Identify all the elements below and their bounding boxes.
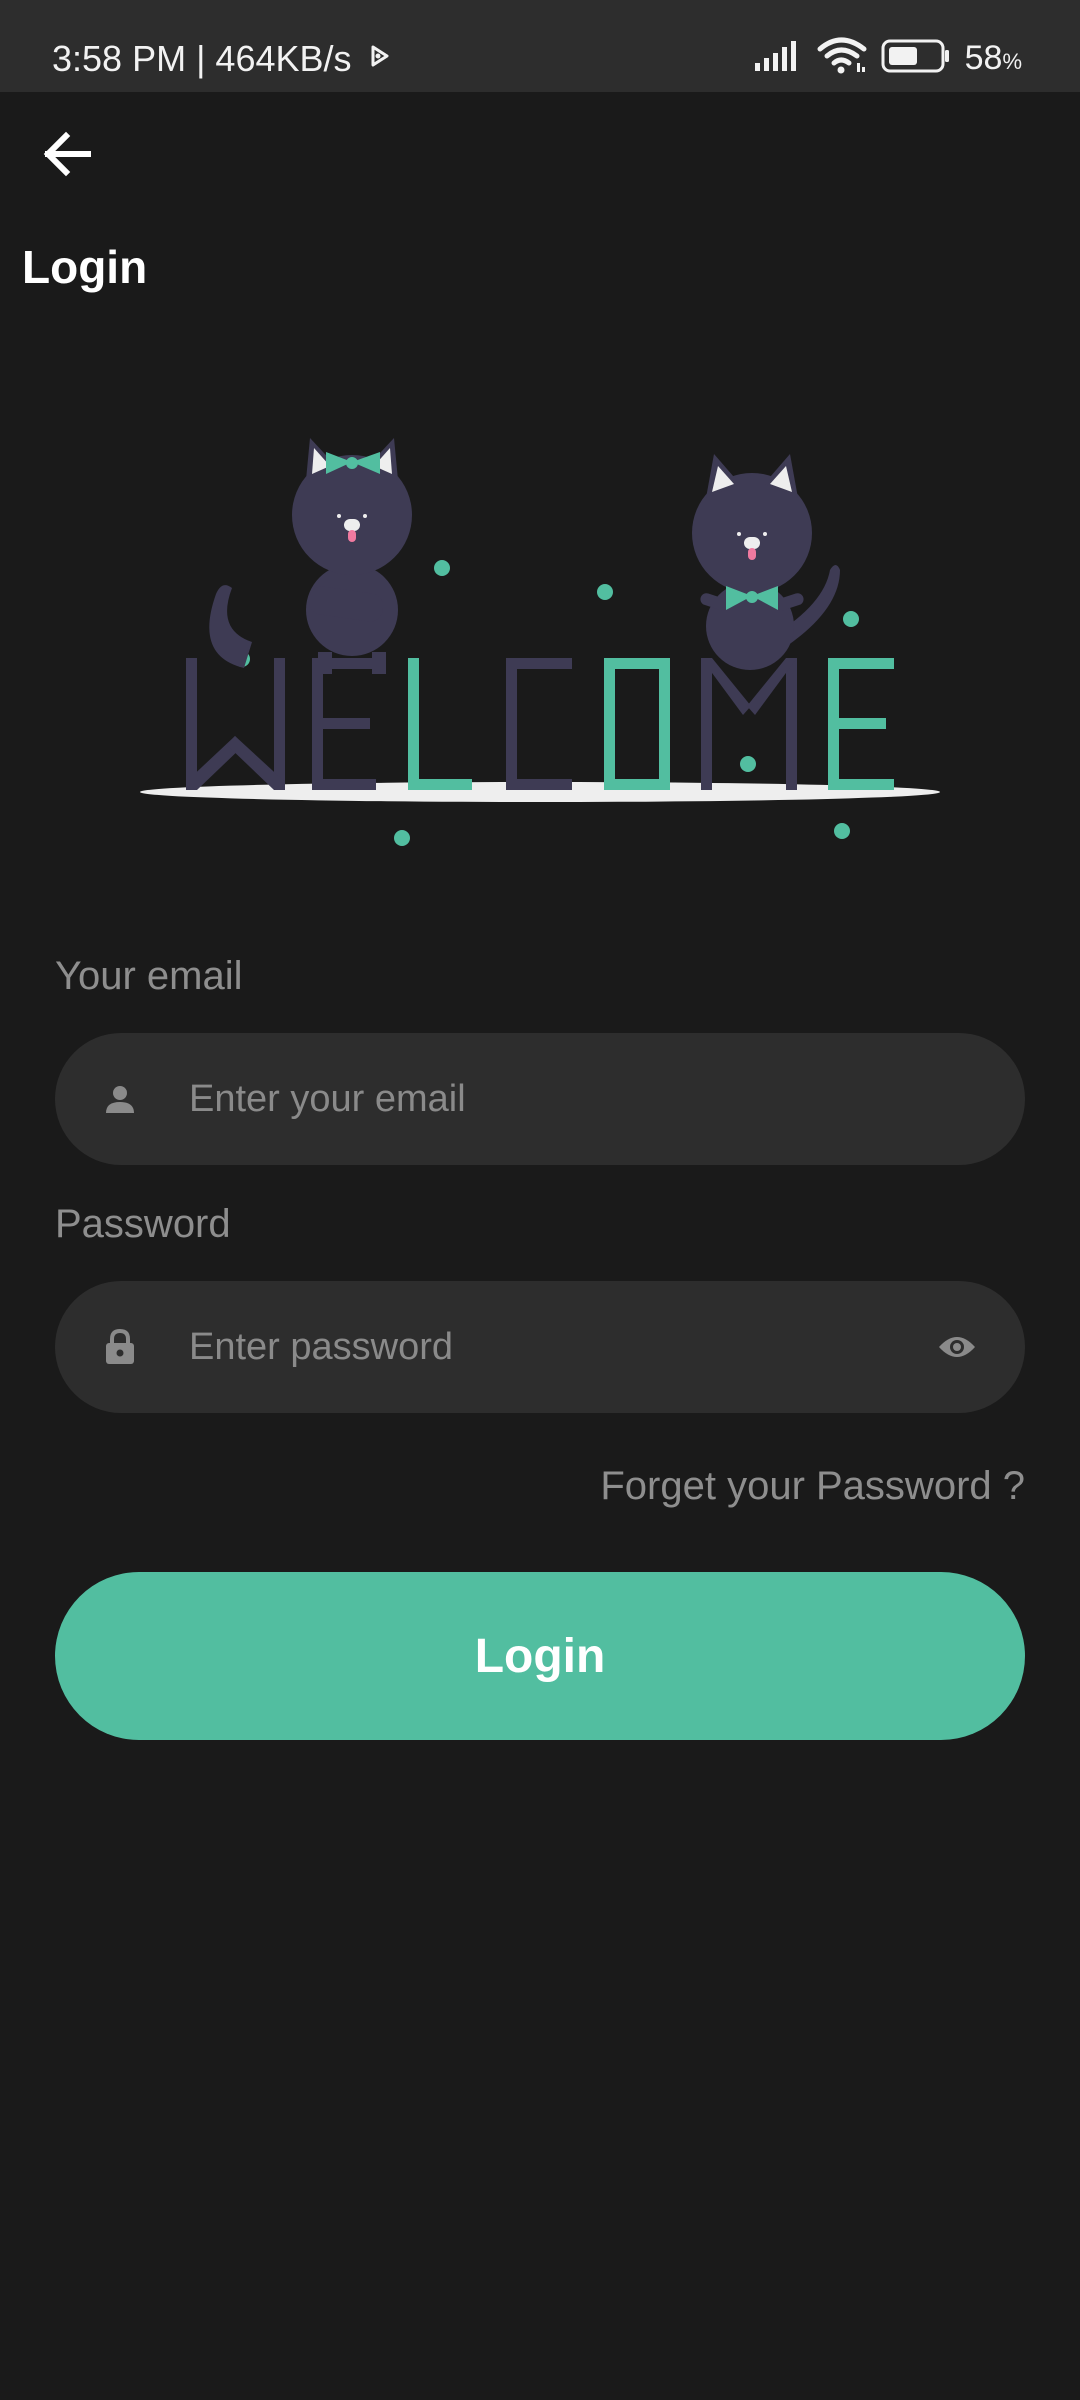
battery-percent: 58%: [965, 39, 1022, 78]
password-label: Password: [55, 1202, 231, 1246]
battery-icon: [881, 39, 951, 78]
password-input[interactable]: [187, 1281, 947, 1413]
email-label: Your email: [55, 954, 243, 998]
page-title: Login: [22, 241, 148, 293]
email-input[interactable]: [187, 1033, 947, 1165]
signal-icon: [753, 39, 803, 78]
status-bar: 3:58 PM | 464KB/s 58%: [0, 0, 1080, 92]
battery-value: 58: [964, 38, 1003, 77]
play-icon: [370, 45, 390, 73]
status-left: 3:58 PM | 464KB/s: [52, 0, 390, 118]
arrow-left-icon: [40, 130, 92, 183]
back-button[interactable]: [28, 118, 104, 194]
wifi-icon: [817, 37, 867, 80]
password-field-container[interactable]: [55, 1281, 1025, 1413]
forgot-password-link[interactable]: Forget your Password ?: [600, 1464, 1025, 1509]
battery-unit: %: [1002, 48, 1022, 74]
status-time-speed: 3:58 PM | 464KB/s: [52, 38, 352, 79]
lock-icon: [102, 1328, 138, 1365]
status-right: 58%: [753, 32, 1022, 84]
login-button-label: Login: [474, 1629, 606, 1683]
eye-icon[interactable]: [933, 1323, 981, 1371]
login-button[interactable]: Login: [55, 1572, 1025, 1740]
person-icon: [102, 1081, 138, 1117]
email-field-container[interactable]: [55, 1033, 1025, 1165]
welcome-illustration: [134, 420, 946, 860]
